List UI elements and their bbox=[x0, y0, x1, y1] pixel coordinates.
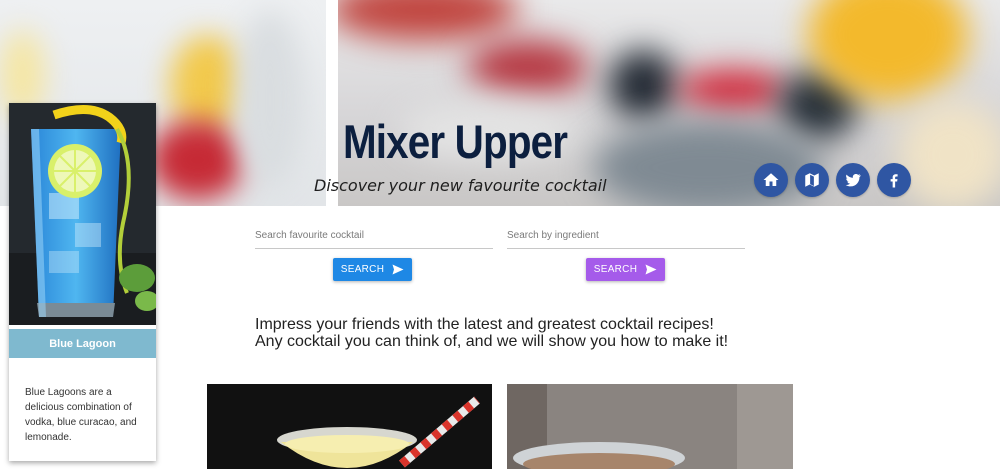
search-button-label: SEARCH bbox=[593, 264, 638, 275]
cocktail-tile[interactable] bbox=[507, 384, 793, 469]
intro-line-1: Impress your friends with the latest and… bbox=[255, 316, 714, 333]
site-tagline: Discover your new favourite cocktail bbox=[314, 176, 607, 195]
map-icon bbox=[805, 173, 819, 187]
ingredient-search-button[interactable]: SEARCH bbox=[586, 258, 665, 281]
ingredient-search-input[interactable] bbox=[507, 228, 745, 249]
home-button[interactable] bbox=[754, 163, 788, 197]
featured-cocktail-card[interactable]: Blue Lagoon Blue Lagoons are a delicious… bbox=[9, 103, 156, 461]
cocktail-tile-image bbox=[507, 384, 793, 469]
home-icon bbox=[763, 173, 779, 186]
site-title: Mixer Upper bbox=[343, 115, 568, 168]
send-icon bbox=[645, 264, 657, 275]
intro-line-2: Any cocktail you can think of, and we wi… bbox=[255, 333, 729, 350]
facebook-icon bbox=[890, 174, 898, 188]
blue-lagoon-illustration bbox=[9, 103, 156, 325]
map-button[interactable] bbox=[795, 163, 829, 197]
cocktail-search-button[interactable]: SEARCH bbox=[333, 258, 412, 281]
featured-cocktail-description: Blue Lagoons are a delicious combination… bbox=[25, 387, 137, 443]
twitter-icon bbox=[845, 173, 861, 187]
featured-cocktail-image bbox=[9, 103, 156, 325]
social-links bbox=[754, 163, 911, 197]
cocktail-search: SEARCH bbox=[255, 228, 493, 281]
facebook-button[interactable] bbox=[877, 163, 911, 197]
search-button-label: SEARCH bbox=[340, 264, 385, 275]
cocktail-tile-image bbox=[207, 384, 492, 469]
intro-text: Impress your friends with the latest and… bbox=[255, 316, 728, 350]
send-icon bbox=[392, 264, 404, 275]
twitter-button[interactable] bbox=[836, 163, 870, 197]
ingredient-search: SEARCH bbox=[507, 228, 745, 281]
featured-cocktail-name: Blue Lagoon bbox=[9, 329, 156, 358]
cocktail-tile[interactable] bbox=[207, 384, 492, 469]
cocktail-search-input[interactable] bbox=[255, 228, 493, 249]
